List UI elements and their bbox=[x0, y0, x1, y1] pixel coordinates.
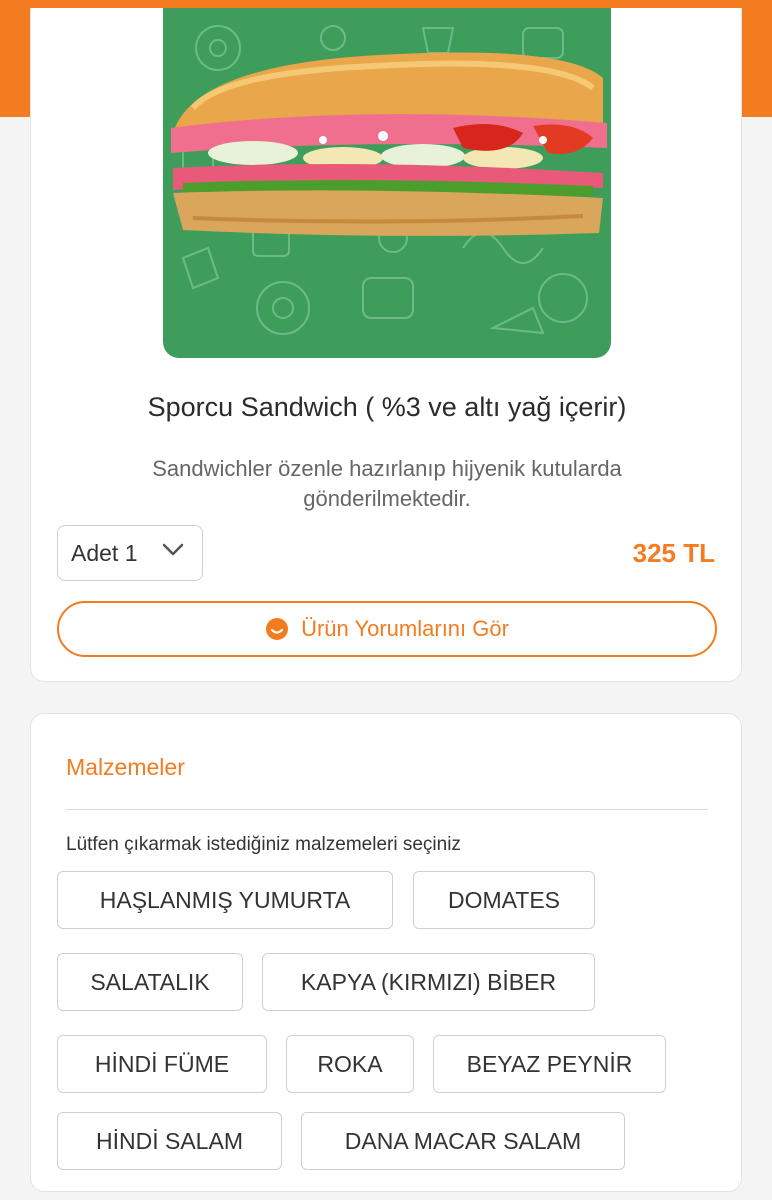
ingredient-chip[interactable]: HİNDİ SALAM bbox=[57, 1112, 282, 1170]
product-reviews-label: Ürün Yorumlarını Gör bbox=[301, 616, 509, 641]
ingredient-chip[interactable]: SALATALIK bbox=[57, 953, 243, 1011]
product-reviews-button[interactable]: Ürün Yorumlarını Gör bbox=[57, 601, 717, 657]
ingredient-chip[interactable]: HİNDİ FÜME bbox=[57, 1035, 267, 1093]
product-image bbox=[163, 8, 611, 358]
ingredient-chip[interactable]: ROKA bbox=[286, 1035, 414, 1093]
ingredient-chip[interactable]: HAŞLANMIŞ YUMURTA bbox=[57, 871, 393, 929]
divider bbox=[66, 809, 708, 810]
ingredient-chip[interactable]: BEYAZ PEYNİR bbox=[433, 1035, 666, 1093]
sandwich-image bbox=[163, 8, 611, 358]
quantity-label: Adet 1 bbox=[71, 539, 138, 566]
comment-smile-icon bbox=[266, 618, 289, 640]
ingredients-hint: Lütfen çıkarmak istediğiniz malzemeleri … bbox=[66, 834, 461, 855]
chevron-down-icon bbox=[162, 543, 184, 556]
product-title: Sporcu Sandwich ( %3 ve altı yağ içerir) bbox=[147, 392, 627, 422]
ingredients-title: Malzemeler bbox=[66, 754, 185, 780]
ingredient-chip[interactable]: DANA MACAR SALAM bbox=[301, 1112, 625, 1170]
quantity-select[interactable]: Adet 1 bbox=[57, 525, 203, 581]
price: 325 TL bbox=[632, 538, 715, 568]
product-card: Sporcu Sandwich ( %3 ve altı yağ içerir)… bbox=[30, 8, 742, 682]
ingredient-chip[interactable]: DOMATES bbox=[413, 871, 595, 929]
ingredient-chip[interactable]: KAPYA (KIRMIZI) BİBER bbox=[262, 953, 595, 1011]
ingredients-card: Malzemeler Lütfen çıkarmak istediğiniz m… bbox=[30, 713, 742, 1192]
product-description: Sandwichler özenle hazırlanıp hijyenik k… bbox=[152, 456, 622, 511]
